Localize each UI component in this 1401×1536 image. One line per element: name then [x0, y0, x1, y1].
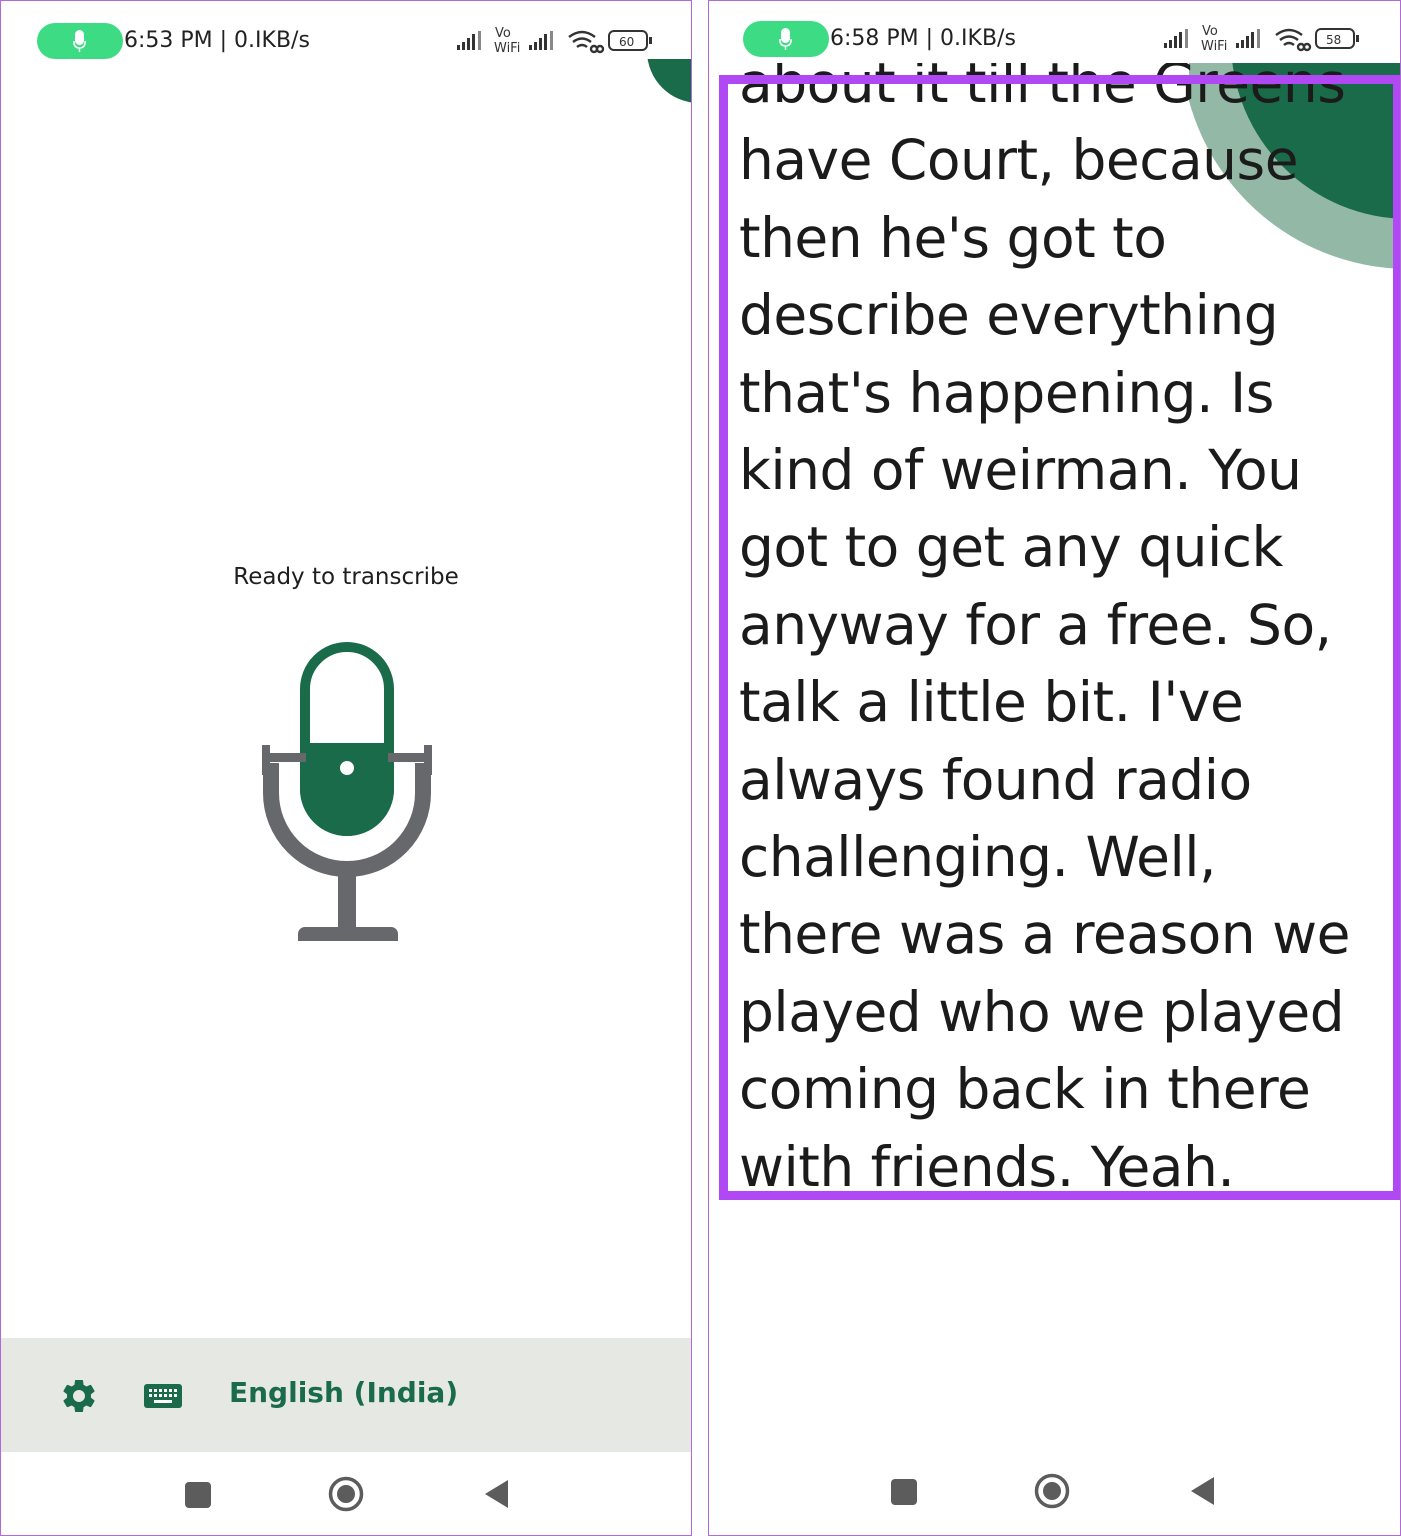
signal-icon-2	[529, 31, 553, 50]
navigation-bar	[1, 1456, 691, 1535]
transcript-line: got to get any quick	[739, 515, 1283, 580]
wifi-icon	[568, 30, 605, 54]
transcript-line: describe everything	[739, 283, 1279, 348]
keyboard-icon[interactable]	[143, 1381, 183, 1411]
transcript-line: with friends. Yeah.	[739, 1134, 1235, 1199]
transcript-line: played who we played	[739, 979, 1345, 1044]
vo-label: Vo	[1202, 24, 1218, 39]
home-circle-icon[interactable]	[1034, 1473, 1070, 1509]
status-time: 6:53 PM | 0.IKB/s	[124, 28, 310, 53]
wifi-label: WiFi	[494, 41, 520, 56]
battery-icon: 60	[608, 30, 652, 51]
transcript-line: that's happening. Is	[739, 360, 1274, 425]
microphone-icon[interactable]	[251, 639, 443, 945]
transcript-line: talk a little bit. I've	[739, 670, 1244, 735]
left-phone-screen: 6:53 PM | 0.IKB/s Vo WiFi 60 Ready to tr…	[0, 0, 692, 1536]
transcript-line: have Court, because	[739, 128, 1299, 193]
transcript-line: coming back in there	[739, 1057, 1311, 1122]
recording-indicator-pill[interactable]	[743, 21, 829, 57]
signal-icon-2	[1236, 29, 1260, 48]
battery-icon: 58	[1315, 28, 1359, 49]
recents-square-icon[interactable]	[185, 1482, 211, 1508]
mic-icon	[779, 28, 792, 50]
status-bar: 6:53 PM | 0.IKB/s Vo WiFi 60	[1, 1, 691, 79]
transcript-line: then he's got to	[739, 205, 1167, 270]
transcript-line: kind of weirman. You	[739, 438, 1302, 503]
signal-icon	[457, 31, 481, 50]
recents-square-icon[interactable]	[891, 1479, 917, 1505]
home-circle-icon[interactable]	[328, 1476, 364, 1512]
status-icons: Vo WiFi 58	[1164, 24, 1359, 54]
language-selector[interactable]: English (India)	[229, 1376, 458, 1409]
wifi-label: WiFi	[1201, 39, 1227, 54]
transcript-text: about it till the Greens have Court, bec…	[739, 45, 1389, 1206]
back-triangle-icon[interactable]	[1188, 1475, 1216, 1507]
recording-indicator-pill[interactable]	[37, 23, 123, 59]
status-bar: 6:58 PM | 0.IKB/s Vo WiFi 58	[709, 1, 1400, 79]
navigation-bar	[709, 1453, 1400, 1532]
status-time: 6:58 PM | 0.IKB/s	[830, 26, 1016, 51]
back-triangle-icon[interactable]	[482, 1478, 510, 1510]
transcript-line: challenging. Well,	[739, 825, 1217, 890]
battery-level: 58	[1326, 33, 1341, 47]
vo-label: Vo	[495, 26, 511, 41]
transcript-line: always found radio	[739, 747, 1252, 812]
status-icons: Vo WiFi 60	[457, 26, 652, 56]
transcript-line: anyway for a free. So,	[739, 592, 1332, 657]
battery-level: 60	[619, 35, 634, 49]
wifi-icon	[1275, 28, 1312, 52]
signal-icon	[1164, 29, 1188, 48]
mic-icon	[73, 30, 86, 52]
transcript-line: there was a reason we	[739, 902, 1350, 967]
gear-icon[interactable]	[59, 1376, 99, 1416]
ready-status-text: Ready to transcribe	[233, 564, 459, 590]
right-phone-screen: about it till the Greens have Court, bec…	[708, 0, 1401, 1536]
